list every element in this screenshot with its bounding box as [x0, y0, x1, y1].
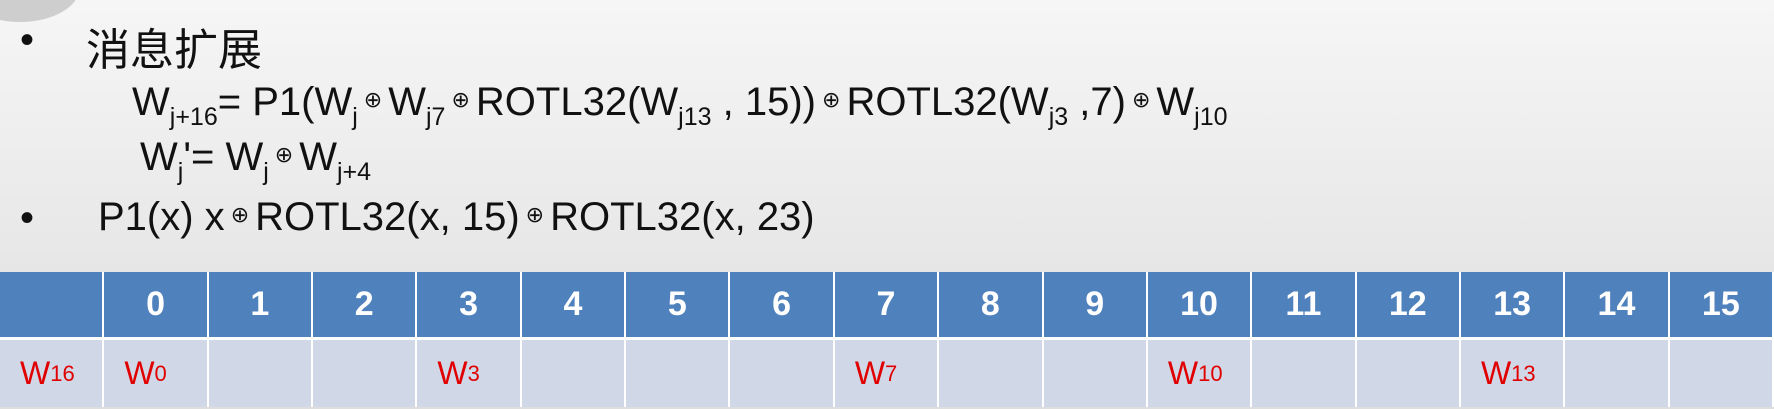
- formula-w-prime: Wj'= Wj⊕ Wj+4: [140, 135, 371, 185]
- table-data-cell: [1565, 340, 1670, 407]
- formula-text: ROTL32(x, 15): [255, 195, 520, 239]
- cell-word-label: W: [1480, 355, 1512, 391]
- formula-subscript: j13: [678, 103, 712, 131]
- formula-text: W: [132, 80, 170, 124]
- table-header-cell: 13: [1460, 272, 1566, 340]
- table-data-cell: W 16: [0, 340, 105, 407]
- bullet-1: •: [20, 18, 35, 62]
- formula-subscript: j10: [1194, 103, 1228, 131]
- table-header-cell: [0, 272, 105, 340]
- table-data-cell: [1043, 340, 1148, 407]
- word-index-table: 0 1 2 3 4 5 6 7 8 9 10 11 12 13 14 15 W 16 W 0 W 3 W 7 W 10 W 13: [0, 272, 1774, 407]
- table-header-cell: 12: [1356, 272, 1461, 340]
- table-data-cell: W7: [834, 340, 940, 407]
- formula-text: ROTL32(W: [475, 80, 679, 124]
- table-data-cell: W0: [104, 340, 209, 407]
- formula-p1: P1(x) x ⊕ ROTL32(x, 15) ⊕ ROTL32(x, 23): [98, 195, 815, 240]
- formula-text: ROTL32(W: [846, 80, 1049, 124]
- table-header-cell: 8: [939, 272, 1044, 340]
- table-data-cell: [730, 340, 835, 407]
- table-data-cell: W 10: [1147, 340, 1253, 407]
- table-header-cell: 7: [834, 272, 940, 340]
- xor-symbol: ⊕: [230, 202, 250, 227]
- formula-text: W: [1156, 80, 1195, 124]
- table-header-cell: 15: [1669, 272, 1774, 340]
- formula-text: ,7): [1068, 80, 1126, 124]
- corner-decoration: [0, 0, 80, 22]
- xor-symbol: ⊕: [274, 142, 294, 167]
- table-data-cell: [1252, 340, 1357, 407]
- cell-word-label: W: [854, 355, 886, 391]
- table-data-cell: [521, 340, 627, 407]
- xor-symbol: ⊕: [525, 202, 545, 227]
- formula-text: P1(x) x: [98, 195, 225, 239]
- formula-text: '= W: [183, 135, 264, 179]
- xor-symbol: ⊕: [822, 87, 841, 112]
- table-header-cell: 5: [626, 272, 731, 340]
- table-data-cell: [626, 340, 731, 407]
- formula-subscript: j: [352, 103, 358, 131]
- formula-text: ROTL32(x, 23): [550, 195, 815, 239]
- formula-text: , 15)): [711, 80, 816, 124]
- xor-symbol: ⊕: [451, 87, 470, 112]
- formula-text: W: [140, 135, 178, 179]
- table-header-cell: 14: [1565, 272, 1670, 340]
- xor-symbol: ⊕: [1131, 87, 1151, 112]
- table-data-cell: [939, 340, 1044, 407]
- formula-subscript: j7: [425, 103, 446, 131]
- cell-word-label: W: [20, 355, 51, 391]
- formula-w-expansion: Wj+16= P1(Wj⊕ Wj7⊕ ROTL32(Wj13 , 15)) ⊕ ROTL…: [132, 80, 1228, 130]
- table-header-cell: 3: [417, 272, 522, 340]
- table-data-cell: [313, 340, 418, 407]
- table-header-cell: 9: [1043, 272, 1148, 340]
- table-header-cell: 6: [730, 272, 835, 340]
- formula-subscript: j3: [1048, 103, 1069, 131]
- cell-word-label: W: [124, 355, 155, 391]
- table-header-cell: 10: [1147, 272, 1253, 340]
- slide-title: 消息扩展: [86, 26, 262, 75]
- xor-symbol: ⊕: [363, 87, 383, 112]
- table-header-cell: 2: [313, 272, 418, 340]
- cell-word-label: W: [1167, 355, 1199, 391]
- table-header-cell: 0: [104, 272, 209, 340]
- formula-text: W: [299, 135, 337, 179]
- table-data-cell: [1669, 340, 1774, 407]
- table-data-cell: W 13: [1460, 340, 1566, 407]
- formula-subscript: j: [263, 158, 269, 186]
- table-header-cell: 1: [208, 272, 314, 340]
- table-data-cell: W3: [417, 340, 522, 407]
- cell-word-label: W: [437, 355, 468, 391]
- formula-text: W: [388, 80, 426, 124]
- formula-subscript: j+16: [169, 103, 218, 131]
- table-header-cell: 4: [521, 272, 627, 340]
- table-header-cell: 11: [1252, 272, 1357, 340]
- formula-text: = P1(W: [217, 80, 353, 124]
- table-data-cell: [208, 340, 314, 407]
- bullet-2: •: [20, 196, 35, 240]
- table-data-cell: [1356, 340, 1461, 407]
- formula-subscript: j+4: [336, 158, 372, 186]
